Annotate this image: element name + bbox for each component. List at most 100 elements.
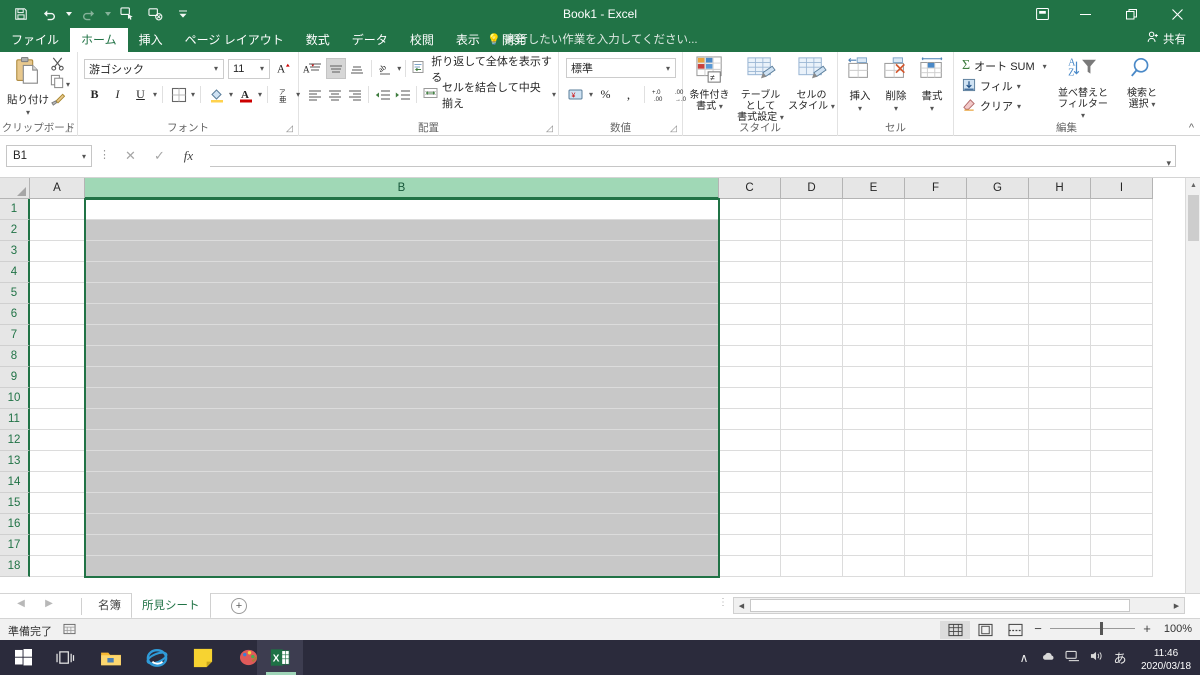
comma-format-button[interactable]: , bbox=[618, 84, 639, 105]
format-cells-button[interactable]: 書式 ▾ bbox=[914, 56, 950, 120]
cell-I15[interactable] bbox=[1091, 493, 1153, 514]
font-dialog-launcher-icon[interactable]: ◿ bbox=[284, 123, 295, 134]
cell-C13[interactable] bbox=[719, 451, 781, 472]
column-header-i[interactable]: I bbox=[1091, 178, 1153, 199]
cell-D7[interactable] bbox=[781, 325, 843, 346]
autosum-button[interactable]: Σ オート SUM ▾ bbox=[962, 56, 1054, 76]
cell-F7[interactable] bbox=[905, 325, 967, 346]
cell-D1[interactable] bbox=[781, 199, 843, 220]
format-painter-button[interactable] bbox=[50, 93, 78, 111]
cell-G17[interactable] bbox=[967, 535, 1029, 556]
fill-dropdown-icon[interactable]: ▾ bbox=[1017, 82, 1021, 91]
cell-G4[interactable] bbox=[967, 262, 1029, 283]
previous-sheet-icon[interactable]: ◀ bbox=[14, 598, 28, 609]
column-header-g[interactable]: G bbox=[967, 178, 1029, 199]
column-header-a[interactable]: A bbox=[30, 178, 85, 199]
cell-D14[interactable] bbox=[781, 472, 843, 493]
internet-explorer-button[interactable] bbox=[134, 640, 180, 675]
cell-H7[interactable] bbox=[1029, 325, 1091, 346]
sticky-notes-button[interactable] bbox=[180, 640, 226, 675]
number-dialog-launcher-icon[interactable]: ◿ bbox=[668, 123, 679, 134]
cell-D8[interactable] bbox=[781, 346, 843, 367]
cell-C4[interactable] bbox=[719, 262, 781, 283]
cell-B10[interactable] bbox=[85, 388, 719, 409]
cell-B2[interactable] bbox=[85, 220, 719, 241]
cell-I9[interactable] bbox=[1091, 367, 1153, 388]
cell-C18[interactable] bbox=[719, 556, 781, 577]
tab-home[interactable]: ホーム bbox=[70, 28, 128, 52]
cell-D11[interactable] bbox=[781, 409, 843, 430]
cell-G12[interactable] bbox=[967, 430, 1029, 451]
show-hidden-icons-button[interactable]: ∧ bbox=[1012, 651, 1036, 665]
cell-G10[interactable] bbox=[967, 388, 1029, 409]
cell-F2[interactable] bbox=[905, 220, 967, 241]
cell-C9[interactable] bbox=[719, 367, 781, 388]
column-header-d[interactable]: D bbox=[781, 178, 843, 199]
close-button[interactable] bbox=[1154, 0, 1200, 28]
excel-button[interactable]: X bbox=[257, 640, 303, 675]
align-left-button[interactable] bbox=[305, 84, 324, 105]
cell-B14[interactable] bbox=[85, 472, 719, 493]
cell-G18[interactable] bbox=[967, 556, 1029, 577]
vertical-scrollbar[interactable]: ▲ bbox=[1185, 178, 1200, 593]
network-icon[interactable] bbox=[1060, 650, 1084, 665]
paste-button[interactable]: 貼り付け ▾ bbox=[6, 56, 50, 118]
zoom-in-button[interactable]: + bbox=[1141, 621, 1153, 636]
cell-E17[interactable] bbox=[843, 535, 905, 556]
cell-F8[interactable] bbox=[905, 346, 967, 367]
row-header-11[interactable]: 11 bbox=[0, 409, 30, 430]
fill-color-button[interactable] bbox=[206, 84, 227, 105]
cell-I7[interactable] bbox=[1091, 325, 1153, 346]
cell-D5[interactable] bbox=[781, 283, 843, 304]
cell-I16[interactable] bbox=[1091, 514, 1153, 535]
conditional-formatting-button[interactable]: ≠ 条件付き 書式 ▾ bbox=[685, 56, 734, 120]
cell-F14[interactable] bbox=[905, 472, 967, 493]
cell-G6[interactable] bbox=[967, 304, 1029, 325]
zoom-level-label[interactable]: 100% bbox=[1164, 623, 1192, 635]
accessibility-icon[interactable] bbox=[63, 623, 76, 638]
cell-E5[interactable] bbox=[843, 283, 905, 304]
cell-C12[interactable] bbox=[719, 430, 781, 451]
zoom-slider[interactable] bbox=[1050, 622, 1135, 635]
sheet-splitter[interactable]: ⋮ bbox=[718, 598, 728, 608]
cell-B16[interactable] bbox=[85, 514, 719, 535]
align-right-button[interactable] bbox=[345, 84, 364, 105]
minimize-button[interactable] bbox=[1062, 0, 1108, 28]
clock[interactable]: 11:46 2020/03/18 bbox=[1132, 643, 1200, 673]
cell-C14[interactable] bbox=[719, 472, 781, 493]
cell-E11[interactable] bbox=[843, 409, 905, 430]
insert-cells-button[interactable]: 挿入 ▾ bbox=[842, 56, 878, 120]
align-top-button[interactable] bbox=[305, 58, 325, 79]
font-color-dropdown-icon[interactable]: ▾ bbox=[258, 90, 262, 99]
zoom-out-button[interactable]: − bbox=[1032, 621, 1044, 636]
cell-D18[interactable] bbox=[781, 556, 843, 577]
percent-format-button[interactable]: % bbox=[595, 84, 616, 105]
decrease-indent-button[interactable] bbox=[373, 84, 392, 105]
cell-E4[interactable] bbox=[843, 262, 905, 283]
cell-D13[interactable] bbox=[781, 451, 843, 472]
cell-C5[interactable] bbox=[719, 283, 781, 304]
cell-G11[interactable] bbox=[967, 409, 1029, 430]
row-header-7[interactable]: 7 bbox=[0, 325, 30, 346]
cell-I1[interactable] bbox=[1091, 199, 1153, 220]
cell-G13[interactable] bbox=[967, 451, 1029, 472]
onedrive-icon[interactable] bbox=[1036, 651, 1060, 665]
cell-F17[interactable] bbox=[905, 535, 967, 556]
ribbon-display-options-icon[interactable] bbox=[1022, 0, 1062, 28]
collapse-ribbon-icon[interactable]: ^ bbox=[1189, 122, 1194, 134]
cell-G8[interactable] bbox=[967, 346, 1029, 367]
row-header-9[interactable]: 9 bbox=[0, 367, 30, 388]
cell-E12[interactable] bbox=[843, 430, 905, 451]
autosum-dropdown-icon[interactable]: ▾ bbox=[1043, 62, 1047, 71]
cell-C10[interactable] bbox=[719, 388, 781, 409]
column-header-e[interactable]: E bbox=[843, 178, 905, 199]
select-all-button[interactable] bbox=[0, 178, 30, 199]
cell-G15[interactable] bbox=[967, 493, 1029, 514]
enter-formula-button[interactable]: ✓ bbox=[145, 145, 174, 167]
currency-format-button[interactable]: ¥ bbox=[566, 84, 587, 105]
tab-page-layout[interactable]: ページ レイアウト bbox=[174, 28, 295, 52]
cell-F12[interactable] bbox=[905, 430, 967, 451]
cell-C17[interactable] bbox=[719, 535, 781, 556]
increase-decimal-button[interactable]: +.0.00 bbox=[650, 84, 671, 105]
cell-C16[interactable] bbox=[719, 514, 781, 535]
